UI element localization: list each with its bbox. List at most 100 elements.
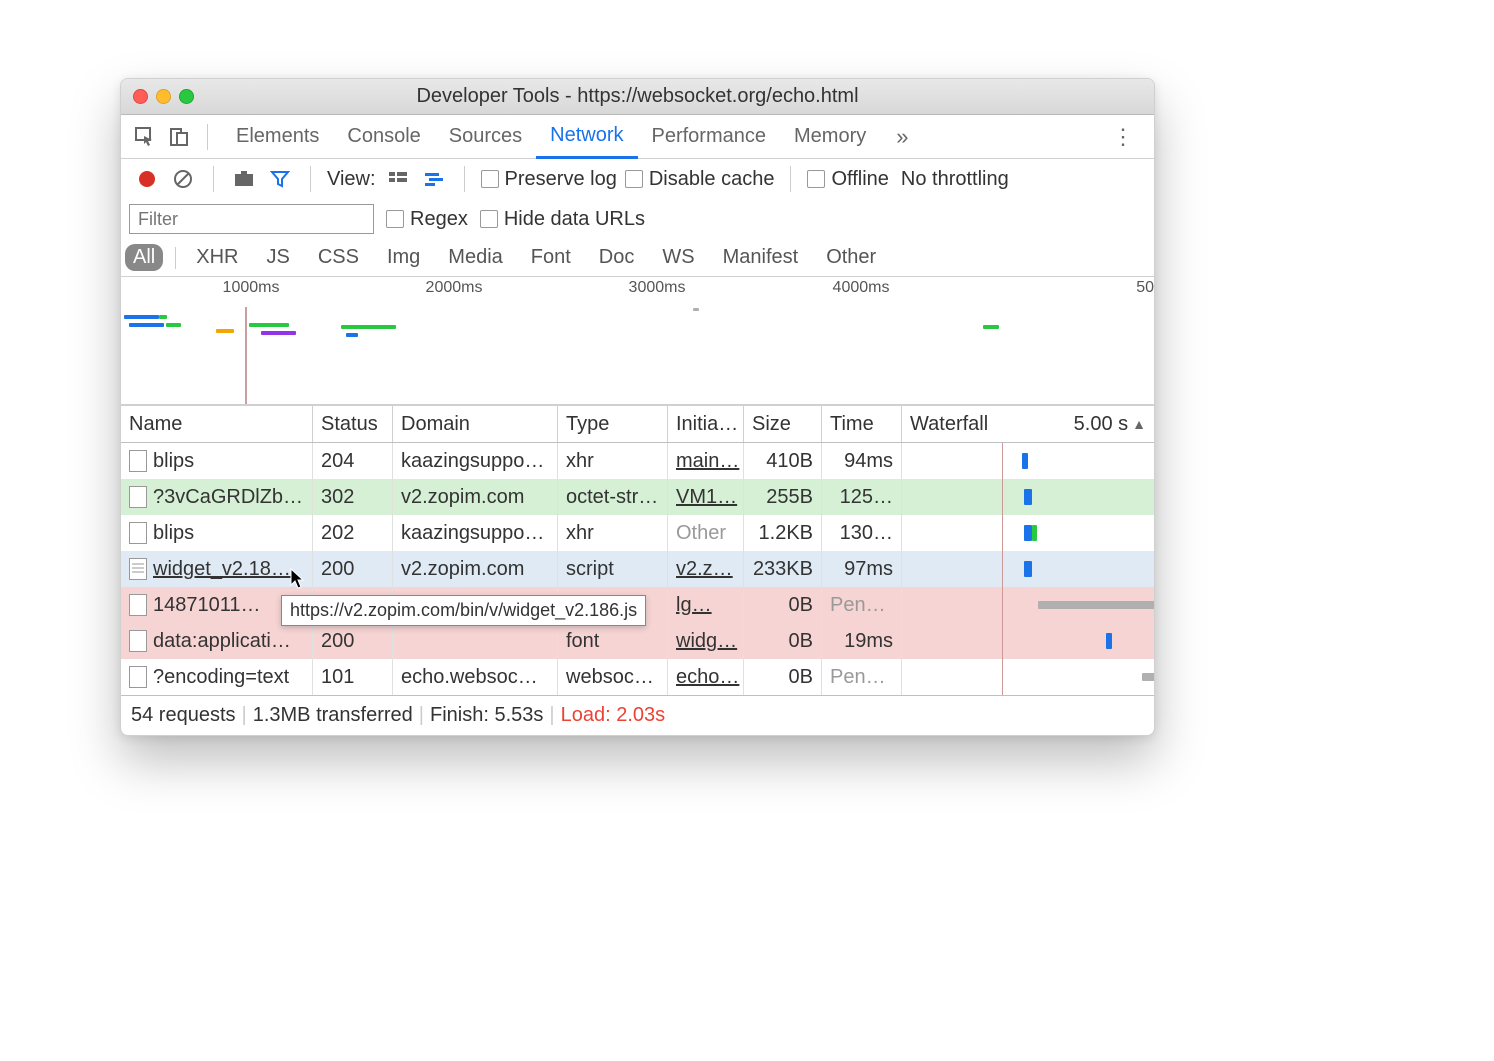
type-filter-ws[interactable]: WS [654,244,702,271]
large-rows-icon[interactable] [384,165,412,193]
close-button[interactable] [133,89,148,104]
type-filter-all[interactable]: All [125,244,163,271]
col-type[interactable]: Type [558,406,668,442]
request-domain: kaazingsuppo… [393,443,558,479]
traffic-lights [133,89,194,104]
tab-console[interactable]: Console [333,115,434,159]
capture-screenshots-icon[interactable] [230,165,258,193]
status-requests: 54 requests [131,704,236,727]
request-waterfall [902,443,1154,479]
request-time: Pen… [822,659,902,695]
file-icon [129,594,147,616]
request-type: websoc… [558,659,668,695]
request-row[interactable]: data:applicati…200fontwidg…0B19ms [121,623,1154,659]
request-name: blips [153,522,194,545]
overview-bars [121,313,1154,353]
type-filter-xhr[interactable]: XHR [188,244,246,271]
request-name: blips [153,450,194,473]
request-size: 255B [744,479,822,515]
request-time: Pen… [822,587,902,623]
divider [310,166,311,192]
overview-tick: 50 [1136,279,1154,297]
request-name: widget_v2.18… [153,558,291,581]
resource-type-filters: All XHR JS CSS Img Media Font Doc WS Manifest Othe… [121,239,1154,277]
col-name[interactable]: Name [121,406,313,442]
request-row[interactable]: ?encoding=text101echo.websoc…websoc…echo… [121,659,1154,695]
request-waterfall [902,551,1154,587]
throttling-select[interactable]: No throttling [901,168,1009,191]
titlebar[interactable]: Developer Tools - https://websocket.org/… [121,79,1154,115]
col-size[interactable]: Size [744,406,822,442]
overview-tick: 1000ms [223,279,280,297]
maximize-button[interactable] [179,89,194,104]
tab-elements[interactable]: Elements [222,115,333,159]
request-initiator[interactable]: lg… [676,594,712,617]
type-filter-js[interactable]: JS [258,244,297,271]
request-initiator[interactable]: echo… [676,666,739,689]
request-size: 0B [744,623,822,659]
network-toolbar: View: Preserve log Disable cache Offline… [121,159,1154,199]
disable-cache-checkbox[interactable]: Disable cache [625,168,775,191]
request-initiator[interactable]: widg… [676,630,737,653]
col-status[interactable]: Status [313,406,393,442]
overview-pane[interactable]: 1000ms2000ms3000ms4000ms50 [121,277,1154,405]
more-menu-icon[interactable]: ⋮ [1102,124,1144,150]
request-status: 204 [313,443,393,479]
filter-row: Regex Hide data URLs [121,199,1154,239]
type-filter-img[interactable]: Img [379,244,428,271]
request-domain: v2.zopim.com [393,551,558,587]
request-row[interactable]: ?3vCaGRDlZb…302v2.zopim.comoctet-str…VM1… [121,479,1154,515]
request-table-body: blips204kaazingsuppo…xhrmain…410B94ms?3v… [121,443,1154,695]
request-initiator[interactable]: main… [676,450,739,473]
clear-icon[interactable] [169,165,197,193]
divider [464,166,465,192]
filter-icon[interactable] [266,165,294,193]
panel-tabs: ElementsConsoleSourcesNetworkPerformance… [121,115,1154,159]
divider [207,124,208,150]
col-waterfall[interactable]: Waterfall 5.00 s ▲ [902,406,1154,442]
regex-checkbox[interactable]: Regex [386,208,468,231]
request-row[interactable]: widget_v2.18…200v2.zopim.comscriptv2.z…2… [121,551,1154,587]
device-toolbar-icon[interactable] [165,123,193,151]
request-row[interactable]: blips202kaazingsuppo…xhrOther1.2KB130… [121,515,1154,551]
hide-data-urls-checkbox[interactable]: Hide data URLs [480,208,645,231]
tab-sources[interactable]: Sources [435,115,536,159]
tab-memory[interactable]: Memory [780,115,880,159]
offline-checkbox[interactable]: Offline [807,168,888,191]
cursor-icon [289,567,307,591]
col-initiator[interactable]: Initia… [668,406,744,442]
overview-icon[interactable] [420,165,448,193]
file-icon [129,450,147,472]
type-filter-media[interactable]: Media [440,244,510,271]
request-domain: kaazingsuppo… [393,515,558,551]
col-time[interactable]: Time [822,406,902,442]
tab-network[interactable]: Network [536,115,637,159]
request-type: script [558,551,668,587]
filter-input[interactable] [129,204,374,234]
request-initiator: Other [676,522,726,545]
record-button[interactable] [133,165,161,193]
preserve-log-checkbox[interactable]: Preserve log [481,168,617,191]
request-status: 101 [313,659,393,695]
tab-performance[interactable]: Performance [638,115,781,159]
tabs-overflow-button[interactable]: » [896,124,908,150]
request-initiator[interactable]: v2.z… [676,558,733,581]
window-title: Developer Tools - https://websocket.org/… [121,85,1154,108]
request-row[interactable]: blips204kaazingsuppo…xhrmain…410B94ms [121,443,1154,479]
minimize-button[interactable] [156,89,171,104]
type-filter-manifest[interactable]: Manifest [715,244,807,271]
request-size: 233KB [744,551,822,587]
overview-tick: 4000ms [833,279,890,297]
type-filter-font[interactable]: Font [523,244,579,271]
request-initiator[interactable]: VM1… [676,486,737,509]
file-icon [129,486,147,508]
request-time: 125… [822,479,902,515]
col-domain[interactable]: Domain [393,406,558,442]
type-filter-doc[interactable]: Doc [591,244,643,271]
divider [213,166,214,192]
type-filter-other[interactable]: Other [818,244,884,271]
hover-tooltip: https://v2.zopim.com/bin/v/widget_v2.186… [281,595,646,626]
request-status: 200 [313,623,393,659]
inspect-icon[interactable] [131,123,159,151]
type-filter-css[interactable]: CSS [310,244,367,271]
